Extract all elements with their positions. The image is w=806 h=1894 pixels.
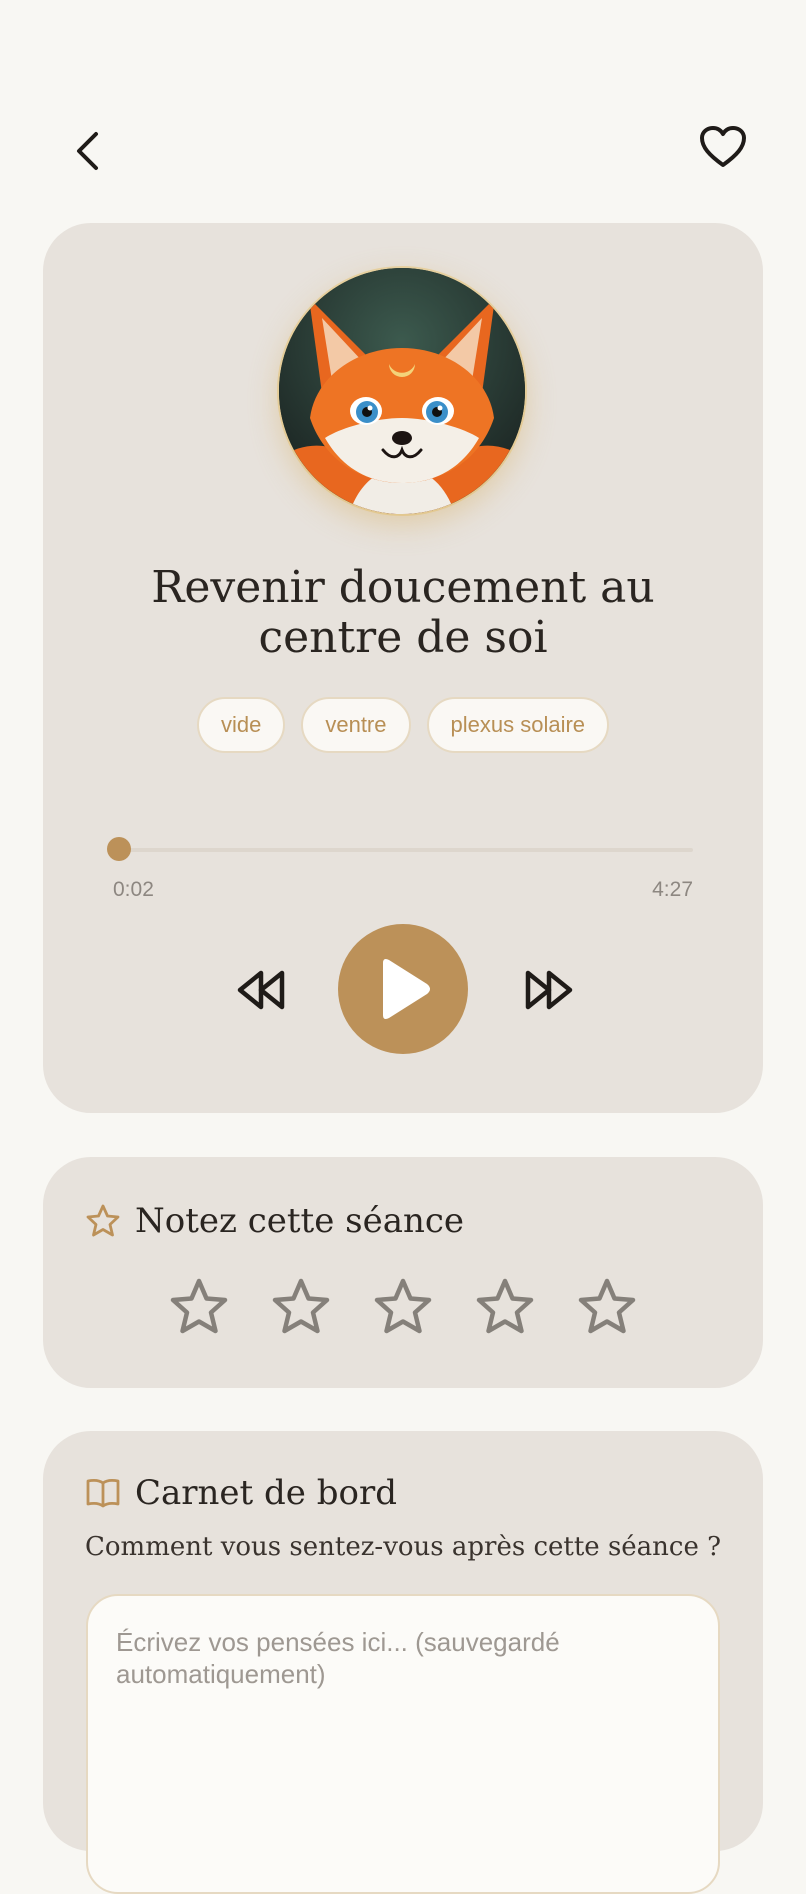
tag-chip[interactable]: ventre [301, 697, 411, 753]
rating-star-3[interactable] [372, 1277, 434, 1339]
rewind-icon [237, 970, 285, 1010]
play-button[interactable] [338, 924, 468, 1054]
current-time: 0:02 [113, 878, 154, 901]
tag-chip[interactable]: plexus solaire [426, 697, 610, 753]
heart-icon [700, 126, 746, 167]
fast-forward-icon [525, 970, 573, 1010]
star-rating [43, 1277, 763, 1339]
rating-star-1[interactable] [168, 1277, 230, 1339]
top-bar [0, 0, 806, 200]
journal-title: Carnet de bord [135, 1473, 397, 1513]
progress-thumb[interactable] [107, 837, 131, 861]
rewind-button[interactable] [231, 964, 291, 1016]
book-open-icon [86, 1479, 120, 1508]
journal-input[interactable] [86, 1594, 720, 1894]
session-title: Revenir doucement au centre de soi [151, 562, 655, 663]
total-time: 4:27 [652, 878, 693, 901]
fast-forward-button[interactable] [519, 964, 579, 1016]
play-icon [383, 959, 430, 1019]
rating-title: Notez cette séance [135, 1201, 465, 1241]
progress-slider[interactable] [107, 837, 693, 861]
rating-header: Notez cette séance [85, 1201, 464, 1241]
back-button[interactable] [70, 128, 104, 174]
journal-prompt: Comment vous sentez-vous après cette séa… [85, 1532, 722, 1562]
star-icon [86, 1204, 120, 1237]
rating-card: Notez cette séance [43, 1157, 763, 1388]
favorite-button[interactable] [696, 122, 750, 172]
journal-card: Carnet de bord Comment vous sentez-vous … [43, 1431, 763, 1894]
tag-list: vide ventre plexus solaire [43, 697, 763, 753]
fox-illustration [279, 268, 525, 514]
player-card: Revenir doucement au centre de soi vide … [43, 223, 763, 1113]
chevron-left-icon [77, 132, 98, 170]
rating-star-4[interactable] [474, 1277, 536, 1339]
rating-star-2[interactable] [270, 1277, 332, 1339]
tag-chip[interactable]: vide [196, 697, 286, 753]
journal-header: Carnet de bord [85, 1473, 397, 1513]
fox-avatar [279, 268, 525, 514]
rating-star-5[interactable] [576, 1277, 638, 1339]
